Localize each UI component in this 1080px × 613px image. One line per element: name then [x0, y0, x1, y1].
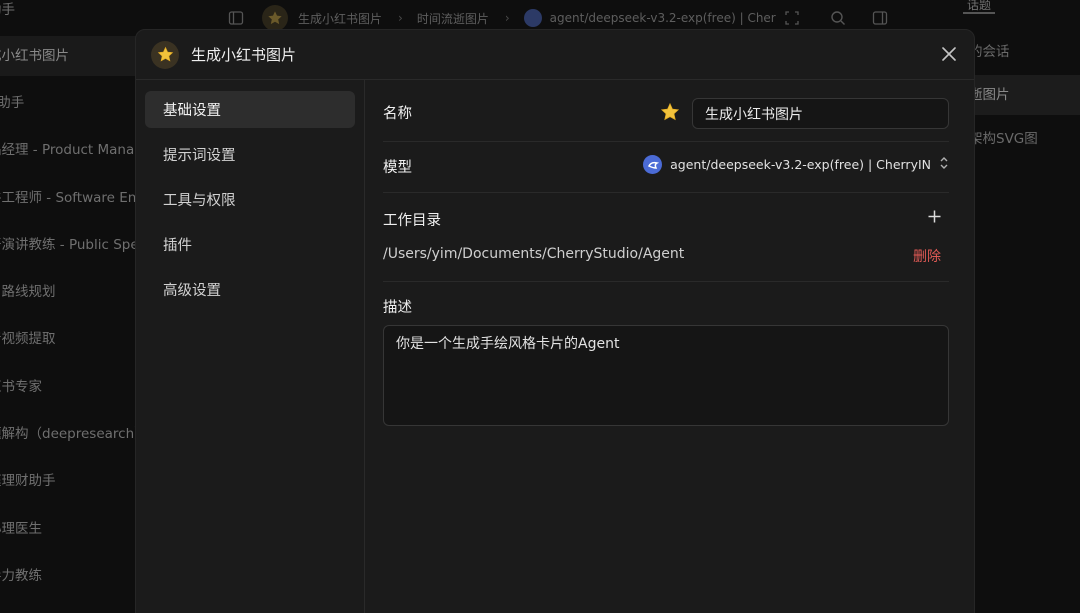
sidebar-toggle-icon[interactable] [228, 10, 244, 26]
agent-avatar-icon [262, 5, 288, 31]
agent-settings-modal: 生成小红书图片 基础设置 提示词设置 工具与权限 插件 高级设置 名称 模型 [135, 29, 975, 613]
description-label: 描述 [383, 300, 412, 316]
name-row: 名称 [383, 80, 949, 142]
close-icon[interactable] [938, 43, 960, 65]
modal-title: 生成小红书图片 [191, 46, 297, 64]
star-icon [151, 40, 179, 69]
model-row: 模型 agent/deepseek-v3.2-exp(free) | Cherr… [383, 142, 949, 193]
emoji-picker-star-icon[interactable] [660, 102, 680, 126]
modal-header: 生成小红书图片 [136, 30, 974, 80]
nav-prompt-settings[interactable]: 提示词设置 [145, 136, 355, 173]
nav-plugins[interactable]: 插件 [145, 226, 355, 263]
sidebar-item[interactable]: 助手 [0, 0, 210, 30]
breadcrumb-topic[interactable]: 时间流逝图片 [417, 10, 489, 27]
chevron-right-icon: › [504, 11, 510, 25]
model-icon [523, 9, 542, 27]
model-provider-icon [643, 155, 663, 174]
settings-nav: 基础设置 提示词设置 工具与权限 插件 高级设置 [136, 80, 365, 613]
chevron-updown-icon [939, 155, 949, 174]
nav-basic-settings[interactable]: 基础设置 [145, 91, 355, 128]
name-input[interactable] [692, 98, 949, 129]
breadcrumb-agent[interactable]: 生成小红书图片 [298, 10, 382, 27]
add-directory-button[interactable] [925, 207, 943, 225]
model-select[interactable]: agent/deepseek-v3.2-exp(free) | CherryIN [643, 155, 949, 174]
tab-indicator [963, 12, 995, 14]
workdir-path: /Users/yim/Documents/CherryStudio/Agent [383, 246, 685, 262]
description-textarea[interactable]: 你是一个生成手绘风格卡片的Agent [383, 325, 949, 426]
name-label: 名称 [383, 106, 412, 122]
search-icon[interactable] [830, 10, 846, 26]
model-label: 模型 [383, 160, 412, 176]
chevron-right-icon: › [398, 11, 403, 25]
settings-content: 名称 模型 agent/deepseek-v3.2-exp(free) | Ch… [365, 80, 974, 613]
model-value: agent/deepseek-v3.2-exp(free) | CherryIN [670, 157, 931, 172]
scan-icon[interactable] [784, 10, 800, 26]
workdir-label: 工作目录 [383, 213, 441, 229]
panel-toggle-icon[interactable] [872, 10, 888, 26]
workdir-row: 工作目录 /Users/yim/Documents/CherryStudio/A… [383, 193, 949, 282]
delete-directory-button[interactable]: 删除 [913, 246, 941, 266]
nav-tools-permissions[interactable]: 工具与权限 [145, 181, 355, 218]
nav-advanced-settings[interactable]: 高级设置 [145, 271, 355, 308]
breadcrumb-model[interactable]: agent/deepseek-v3.2-exp(free) | Cher [550, 11, 776, 25]
